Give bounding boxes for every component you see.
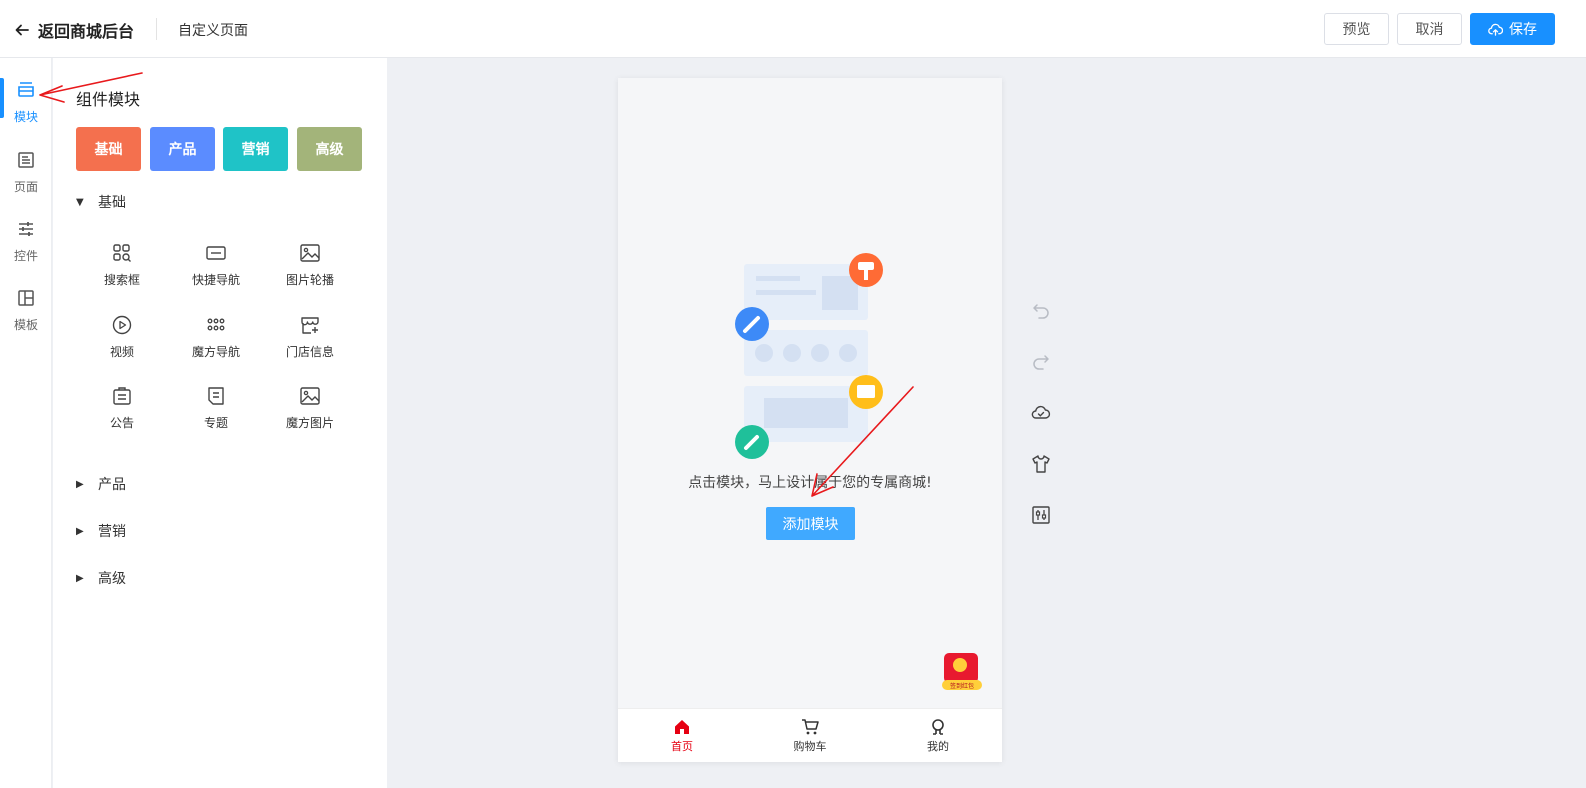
arrow-left-icon [15,24,29,36]
component-panel: 组件模块 基础 产品 营销 高级 ▼ 基础 搜索框 快捷导航 图片轮播 视频 魔… [53,58,387,788]
caret-right-icon: ▶ [76,572,84,584]
quick-nav-icon [206,246,226,260]
panel-title: 组件模块 [76,90,141,109]
rail-item-label: 模板 [13,318,38,332]
section-marketing-header[interactable]: ▶ 营销 [76,521,126,541]
caret-right-icon: ▶ [76,525,84,537]
page-title: 自定义页面 [178,23,248,39]
component-carousel[interactable]: 图片轮播 [267,242,353,288]
caret-down-icon: ▼ [76,196,84,208]
checkin-redpack-widget[interactable]: 签到红包 [940,651,984,693]
tab-home[interactable]: 首页 [618,709,746,762]
video-icon [112,315,132,335]
header-divider [156,18,157,40]
component-store-info[interactable]: 门店信息 [267,314,353,360]
component-label: 门店信息 [285,345,334,359]
component-label: 视频 [109,345,134,359]
empty-state-message: 点击模块，马上设计属于您的专属商城! [688,475,932,491]
component-quick-nav[interactable]: 快捷导航 [173,242,259,288]
category-marketing-button[interactable]: 营销 [223,127,288,171]
notice-icon [113,387,131,405]
topic-icon [208,387,224,405]
back-to-admin-link[interactable]: 返回商城后台 [14,18,134,42]
tab-cart[interactable]: 购物车 [746,709,874,762]
undo-icon [1033,304,1049,319]
category-product-button[interactable]: 产品 [150,127,215,171]
section-title: 基础 [98,195,126,211]
save-label: 保存 [1509,22,1537,38]
component-cube-image[interactable]: 魔方图片 [267,385,353,431]
left-rail: 模块 页面 控件 模板 [0,58,52,788]
section-basic-header[interactable]: ▼ 基础 [76,192,126,212]
tshirt-icon [1032,455,1050,473]
cube-image-icon [300,387,320,405]
tab-label: 首页 [671,740,693,753]
search-box-icon [113,244,131,262]
user-icon [932,719,944,735]
rail-item-label: 页面 [13,180,38,194]
component-label: 魔方图片 [285,416,334,430]
rail-item-label: 控件 [13,249,38,263]
cloud-upload-icon [1488,23,1503,36]
home-icon [675,720,689,734]
back-label: 返回商城后台 [38,22,135,41]
section-title: 高级 [98,571,126,587]
tab-mine[interactable]: 我的 [874,709,1002,762]
component-notice[interactable]: 公告 [79,385,165,431]
save-button[interactable]: 保存 [1470,13,1555,45]
redo-button[interactable] [1031,351,1051,371]
cloud-save-button[interactable] [1031,403,1051,423]
undo-button[interactable] [1031,300,1051,320]
template-icon [18,290,34,306]
component-label: 快捷导航 [191,273,240,287]
section-title: 营销 [98,524,126,540]
empty-state-illustration [735,253,883,459]
add-module-button[interactable]: 添加模块 [766,507,855,540]
component-label: 魔方导航 [191,345,240,359]
section-title: 产品 [98,477,126,493]
section-advanced-header[interactable]: ▶ 高级 [76,568,126,588]
store-icon [301,317,319,334]
component-label: 图片轮播 [285,273,334,287]
component-label: 公告 [109,416,134,430]
section-product-header[interactable]: ▶ 产品 [76,474,126,494]
component-video[interactable]: 视频 [79,314,165,360]
sliders-icon [19,222,33,236]
phone-preview: 点击模块，马上设计属于您的专属商城! 添加模块 签到红包 首页 购物车 我的 [618,78,1002,762]
caret-right-icon: ▶ [76,478,84,490]
component-label: 专题 [203,416,228,430]
theme-button[interactable] [1031,454,1051,474]
tab-label: 我的 [927,740,949,753]
cube-nav-icon [207,318,225,331]
adjust-button[interactable] [1031,505,1051,525]
cancel-button[interactable]: 取消 [1397,13,1462,45]
adjust-icon [1032,506,1050,524]
component-topic[interactable]: 专题 [173,385,259,431]
category-advanced-button[interactable]: 高级 [297,127,362,171]
top-header: 返回商城后台 自定义页面 预览 取消 保存 [0,0,1586,58]
cloud-check-icon [1031,405,1051,419]
carousel-icon [300,244,320,262]
rail-item-module[interactable]: 模块 [0,76,52,134]
page-icon [18,152,34,168]
rail-item-page[interactable]: 页面 [0,146,52,204]
rail-item-template[interactable]: 模板 [0,284,52,342]
component-cube-nav[interactable]: 魔方导航 [173,314,259,360]
preview-button[interactable]: 预览 [1324,13,1389,45]
category-basic-button[interactable]: 基础 [76,127,141,171]
tab-label: 购物车 [793,740,827,753]
rail-item-label: 模块 [13,110,38,124]
cart-icon [802,719,819,735]
component-search-box[interactable]: 搜索框 [79,242,165,288]
redpack-label: 签到红包 [949,683,974,690]
rail-item-controls[interactable]: 控件 [0,215,52,273]
module-icon [18,82,34,97]
component-label: 搜索框 [103,273,140,287]
bottom-tabbar: 首页 购物车 我的 [618,708,1002,762]
redo-icon [1033,355,1049,370]
